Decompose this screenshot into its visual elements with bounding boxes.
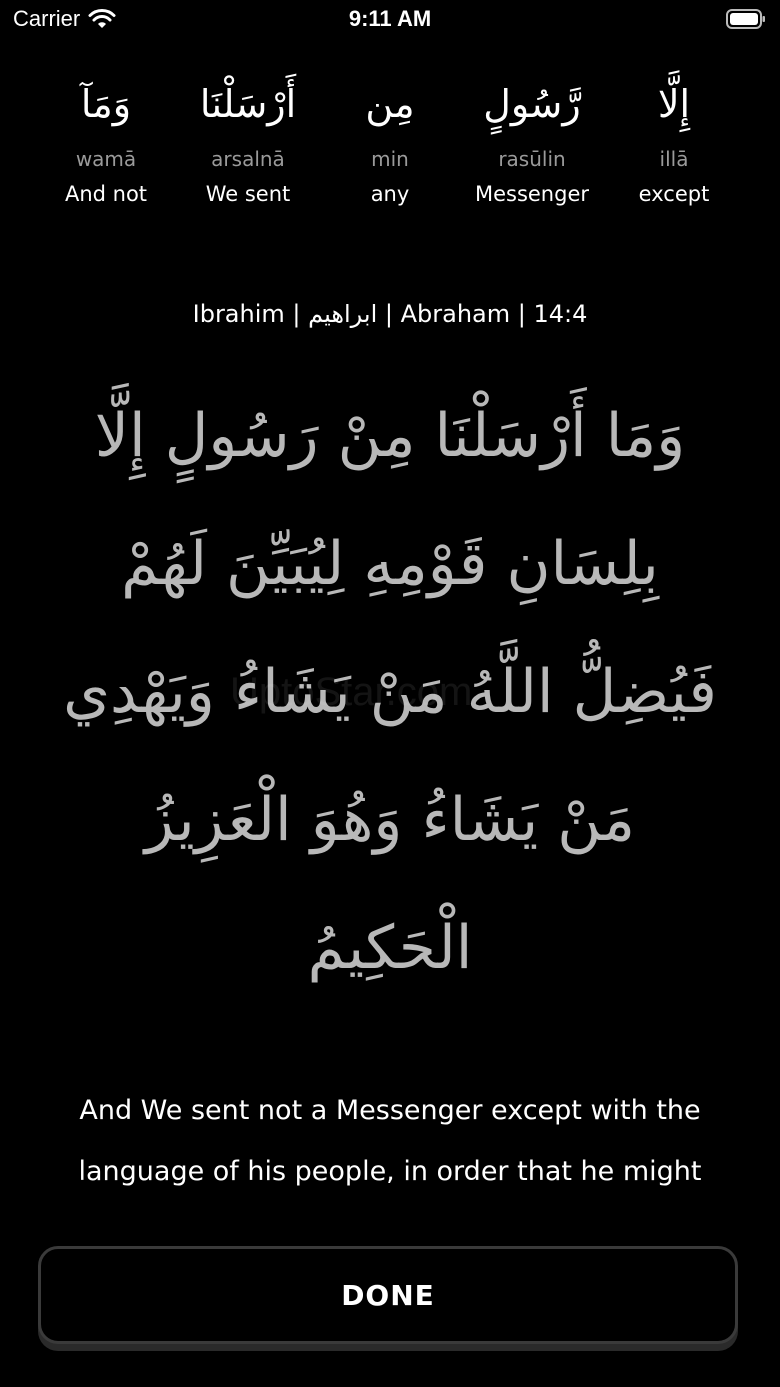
word-arabic: مِن: [365, 82, 415, 126]
verse-line: بِلِسَانِ قَوْمِهِ لِيُبَيِّنَ لَهُمْ: [121, 529, 659, 599]
word-arabic: وَمَآ: [80, 82, 132, 126]
verse-line: وَمَا أَرْسَلْنَا مِنْ رَسُولٍ إِلَّا: [94, 401, 686, 471]
status-time: 9:11 AM: [348, 6, 432, 31]
word-item[interactable]: وَمَآ wamā And not: [36, 72, 176, 208]
word-arabic: إِلَّا: [657, 82, 691, 126]
verse-translation: And We sent not a Messenger except with …: [40, 1080, 740, 1202]
status-bar: Carrier 9:11 AM: [0, 0, 780, 40]
battery-icon: [726, 9, 765, 29]
word-transliteration: rasūlin: [498, 147, 566, 171]
word-item[interactable]: رَّسُولٍ rasūlin Messenger: [462, 72, 602, 208]
verse-line: مَنْ يَشَاءُ وَهُوَ الْعَزِيزُ: [144, 785, 636, 855]
translation-line: language of his people, in order that he…: [78, 1156, 702, 1187]
word-english: We sent: [205, 182, 291, 206]
word-english: And not: [64, 182, 148, 206]
word-english: Messenger: [474, 182, 590, 206]
word-english: any: [370, 182, 410, 206]
word-english: except: [638, 182, 710, 206]
watermark: UptoStar.com: [230, 670, 473, 714]
word-item[interactable]: مِن min any: [320, 72, 460, 208]
word-by-word-row: وَمَآ wamā And not أَرْسَلْنَا arsalnā W…: [36, 72, 744, 208]
word-transliteration: illā: [659, 147, 689, 171]
word-item[interactable]: أَرْسَلْنَا arsalnā We sent: [178, 72, 318, 208]
done-button[interactable]: DONE: [38, 1246, 738, 1344]
word-transliteration: min: [371, 147, 409, 171]
word-arabic: أَرْسَلْنَا: [199, 82, 297, 126]
word-arabic: رَّسُولٍ: [483, 82, 581, 126]
word-transliteration: wamā: [75, 147, 137, 171]
word-item[interactable]: إِلَّا illā except: [604, 72, 744, 208]
translation-line: And We sent not a Messenger except with …: [79, 1095, 701, 1126]
word-transliteration: arsalnā: [211, 147, 285, 171]
verse-reference: Ibrahim | ابراهيم | Abraham | 14:4: [192, 300, 588, 328]
verse-line: الْحَكِيمُ: [307, 913, 473, 983]
